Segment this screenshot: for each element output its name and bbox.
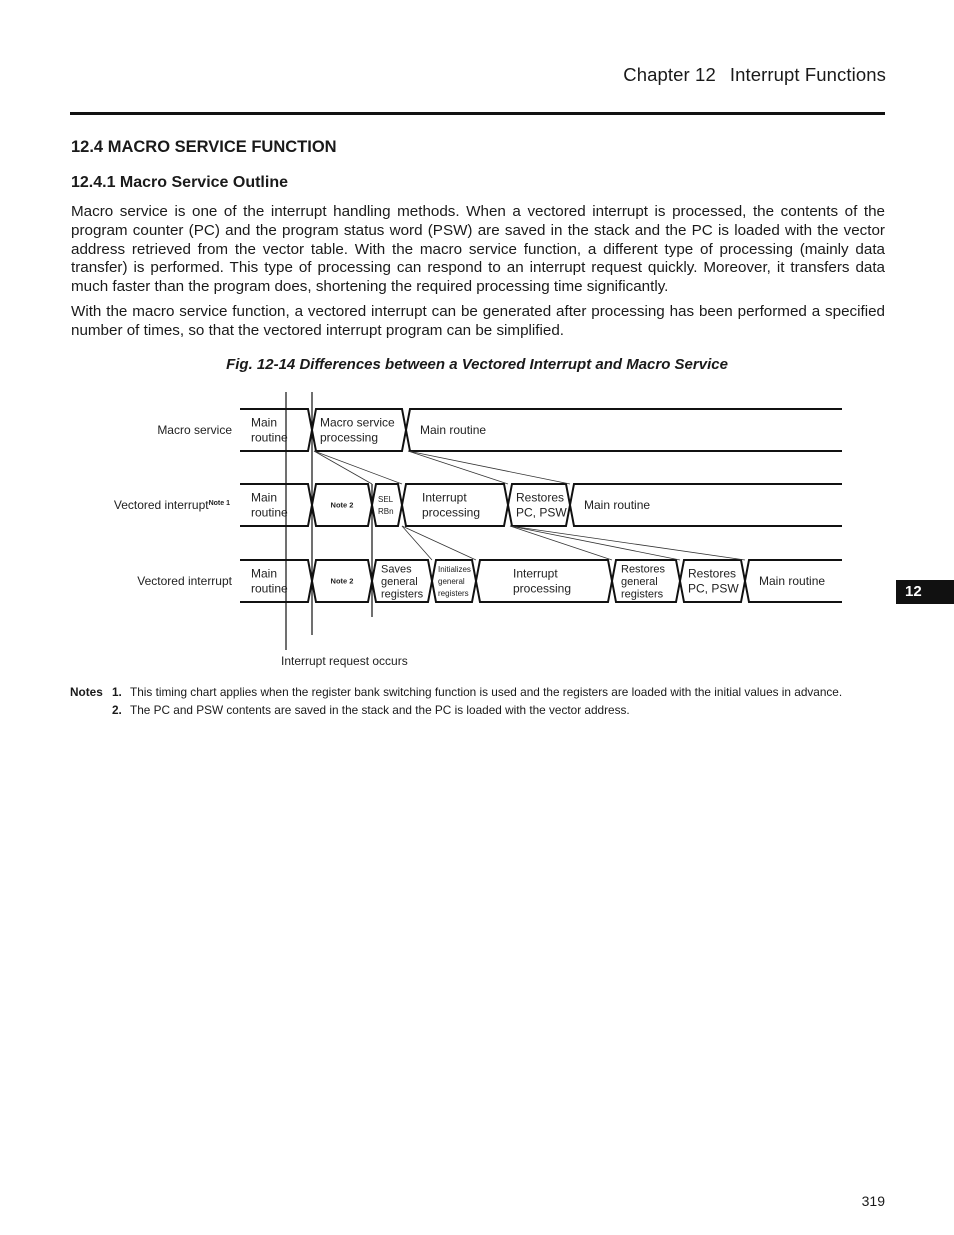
segment-label: registers — [621, 588, 664, 600]
note-number: 1. — [112, 685, 122, 699]
connector-line — [313, 450, 373, 485]
segment-label: Main — [251, 416, 277, 430]
note-item: 2. The PC and PSW contents are saved in … — [70, 703, 886, 718]
segment-label: Restores — [688, 567, 736, 581]
segment-label: general — [438, 577, 465, 586]
segment-label: general — [381, 576, 418, 588]
segment-label: Main routine — [759, 574, 825, 588]
connector-line — [407, 450, 571, 485]
segment-label: Main routine — [420, 423, 486, 437]
segment-label: Restores — [516, 491, 564, 505]
segment-label: Interrupt — [513, 567, 558, 581]
chapter-number: Chapter 12 — [623, 64, 716, 85]
segment-label: routine — [251, 582, 288, 596]
segment-label: Main — [251, 567, 277, 581]
segment-label: Main routine — [584, 498, 650, 512]
connector-line — [509, 525, 681, 561]
body-paragraph: Macro service is one of the interrupt ha… — [71, 203, 885, 296]
row-label: Macro service — [157, 423, 232, 437]
connector-line — [313, 450, 403, 485]
segment-label: Interrupt — [422, 491, 467, 505]
note-item: Notes 1. This timing chart applies when … — [70, 685, 886, 700]
timing-segment — [370, 483, 404, 527]
segment-label: PC, PSW — [688, 582, 739, 596]
page-number: 319 — [861, 1193, 885, 1209]
chapter-title: Interrupt Functions — [729, 64, 886, 85]
segment-label: SEL — [378, 495, 394, 504]
connector-line — [407, 450, 509, 485]
notes: Notes 1. This timing chart applies when … — [70, 685, 886, 718]
segment-label: routine — [251, 506, 288, 520]
chapter-tab: 12 — [896, 580, 954, 604]
segment-label: processing — [513, 582, 571, 596]
segment-label: general — [621, 576, 658, 588]
timing-diagram: Macro serviceMainroutineMacro servicepro… — [114, 392, 842, 668]
note-reference: Note 2 — [331, 577, 354, 586]
header-rule — [70, 112, 885, 115]
segment-label: processing — [422, 506, 480, 520]
segment-label: routine — [251, 431, 288, 445]
row-label: Vectored interruptNote 1 — [114, 498, 230, 512]
segment-label: Restores — [621, 563, 666, 575]
label-note-superscript: Note 1 — [209, 500, 231, 507]
row-label: Vectored interrupt — [137, 574, 232, 588]
figure-caption: Fig. 12-14 Differences between a Vectore… — [226, 356, 728, 373]
section-title: 12.4 MACRO SERVICE FUNCTION — [71, 138, 337, 156]
connector-line — [401, 525, 433, 561]
connector-line — [509, 525, 746, 561]
interrupt-request-label: Interrupt request occurs — [281, 654, 408, 668]
body-paragraph: With the macro service function, a vecto… — [71, 303, 885, 339]
chapter-header: Chapter 12 Interrupt Functions — [0, 64, 886, 86]
segment-label: PC, PSW — [516, 506, 567, 520]
segment-label: registers — [438, 589, 469, 598]
segment-label: Initializes — [438, 565, 471, 574]
notes-heading: Notes — [70, 685, 103, 699]
note-number: 2. — [112, 703, 122, 717]
segment-label: Saves — [381, 563, 412, 575]
segment-label: Macro service — [320, 416, 395, 430]
note-text: This timing chart applies when the regis… — [130, 685, 843, 699]
segment-label: processing — [320, 431, 378, 445]
connector-line — [401, 525, 477, 561]
note-text: The PC and PSW contents are saved in the… — [130, 703, 630, 717]
subsection-title: 12.4.1 Macro Service Outline — [71, 174, 288, 191]
segment-label: RBn — [378, 507, 394, 516]
note-reference: Note 2 — [331, 501, 354, 510]
segment-label: registers — [381, 588, 424, 600]
segment-label: Main — [251, 491, 277, 505]
